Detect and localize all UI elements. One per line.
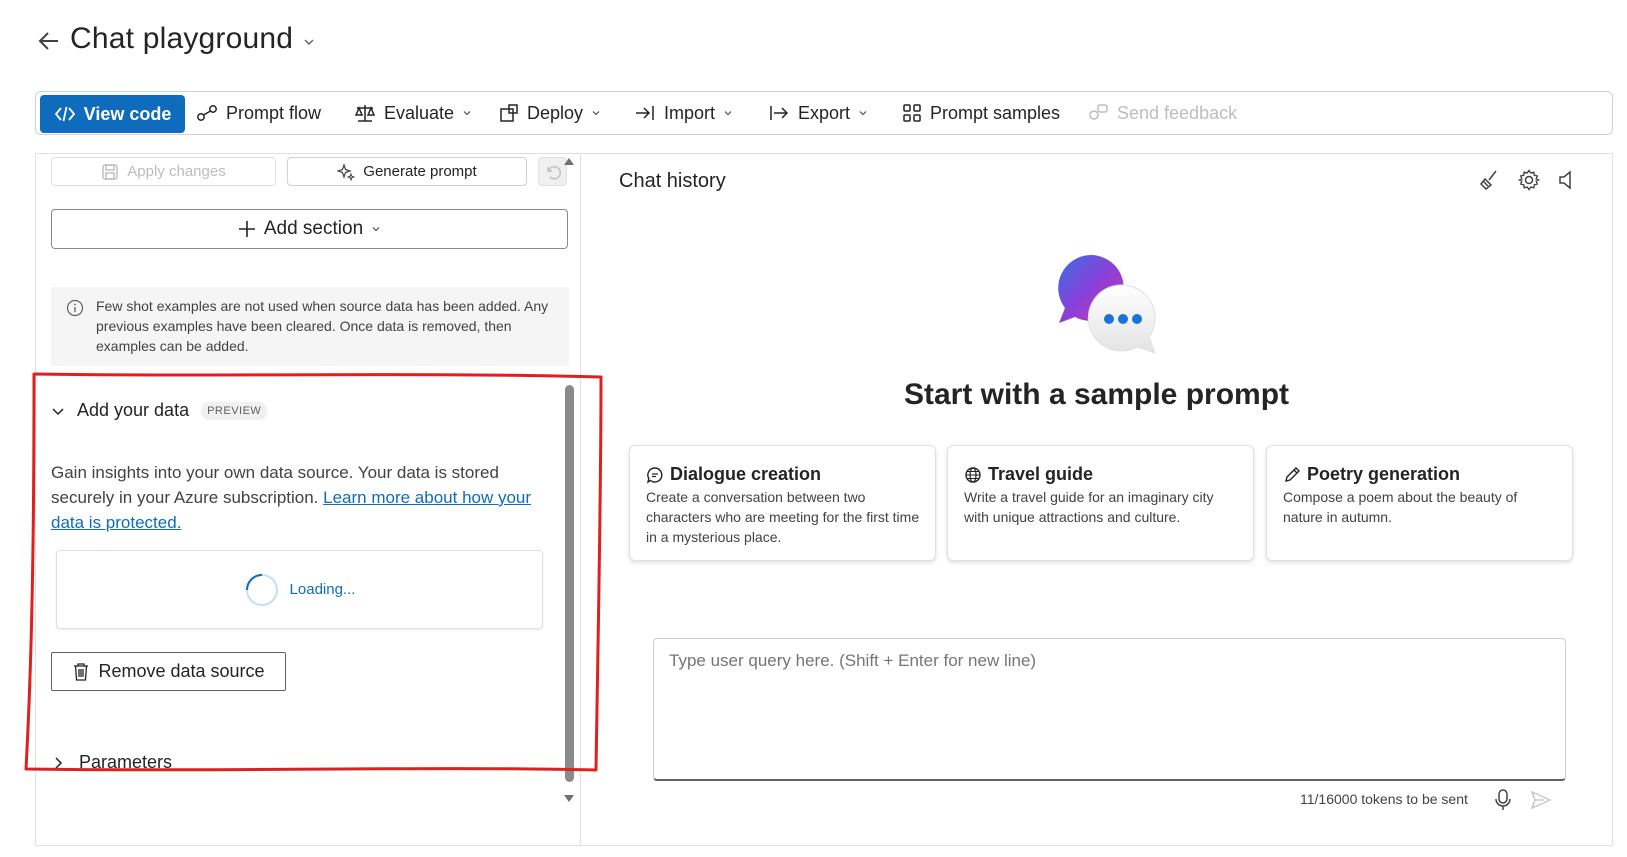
chevron-right-icon <box>55 756 63 769</box>
spinner-icon <box>245 573 278 606</box>
remove-data-source-label: Remove data source <box>98 661 265 681</box>
sample-prompt-heading: Start with a sample prompt <box>903 378 1290 411</box>
apply-changes-button[interactable]: Apply changes <box>51 157 276 186</box>
broom-icon[interactable] <box>1478 168 1502 192</box>
chevron-down-icon <box>372 227 380 232</box>
setup-panel: Apply changes Generate prompt Add sectio… <box>35 153 601 846</box>
sample-card-title: Dialogue creation <box>670 464 822 484</box>
parameters-label: Parameters <box>79 752 173 772</box>
save-icon <box>102 163 118 180</box>
send-feedback-label: Send feedback <box>1117 102 1238 123</box>
toolbar: View code Prompt flow Evaluate Deploy Im… <box>35 91 1613 135</box>
import-arrow-icon <box>636 106 654 120</box>
preview-badge: PREVIEW <box>201 401 268 420</box>
export-button[interactable]: Export <box>768 92 868 134</box>
add-data-description: Gain insights into your own data source.… <box>51 460 551 535</box>
prompt-samples-button[interactable]: Prompt samples <box>902 92 1060 134</box>
chat-bubble-icon <box>646 466 663 483</box>
chevron-down-icon <box>724 111 732 116</box>
chevron-down-icon <box>463 111 471 116</box>
flow-icon <box>197 105 217 121</box>
deploy-label: Deploy <box>527 102 584 123</box>
undo-icon <box>546 165 561 179</box>
user-query-input[interactable] <box>653 638 1566 781</box>
info-icon <box>66 299 84 317</box>
sample-card-dialogue[interactable]: Dialogue creation Create a conversation … <box>629 445 936 561</box>
globe-icon <box>965 466 981 483</box>
evaluate-button[interactable]: Evaluate <box>354 92 472 134</box>
back-arrow-icon[interactable] <box>38 30 60 52</box>
view-code-label: View code <box>83 103 172 124</box>
sample-card-description: Write a travel guide for an imaginary ci… <box>964 489 1214 525</box>
import-button[interactable]: Import <box>634 92 733 134</box>
deploy-button[interactable]: Deploy <box>499 92 601 134</box>
loading-text: Loading... <box>289 581 356 598</box>
deploy-cube-icon <box>500 104 518 122</box>
scroll-down-arrow-icon[interactable] <box>562 793 576 805</box>
scroll-up-arrow-icon[interactable] <box>562 155 576 167</box>
scrollbar-thumb[interactable] <box>565 385 574 782</box>
apply-changes-label: Apply changes <box>127 163 226 180</box>
page-title: Chat playground <box>70 22 294 55</box>
trash-icon <box>74 662 89 681</box>
send-feedback-button[interactable]: Send feedback <box>1087 92 1237 134</box>
export-arrow-icon <box>770 106 789 120</box>
add-your-data-title: Add your data <box>77 400 190 420</box>
view-code-button[interactable]: View code <box>40 95 185 133</box>
chevron-down-icon[interactable] <box>303 36 315 48</box>
info-message-text: Few shot examples are not used when sour… <box>96 298 549 354</box>
chat-bubbles-illustration-icon <box>1058 254 1156 354</box>
evaluate-label: Evaluate <box>384 102 455 123</box>
gear-icon[interactable] <box>1517 168 1541 192</box>
parameters-toggle[interactable]: Parameters <box>51 752 172 773</box>
add-your-data-toggle[interactable]: Add your data PREVIEW <box>51 400 268 421</box>
generate-prompt-button[interactable]: Generate prompt <box>287 157 527 186</box>
info-message-bar: Few shot examples are not used when sour… <box>51 287 569 366</box>
feedback-icon <box>1089 104 1108 120</box>
remove-data-source-button[interactable]: Remove data source <box>51 652 286 691</box>
sample-card-poetry[interactable]: Poetry generation Compose a poem about t… <box>1266 445 1573 561</box>
chevron-down-icon <box>592 111 600 116</box>
scale-icon <box>354 105 376 122</box>
speaker-icon[interactable] <box>1556 168 1580 192</box>
sample-card-description: Compose a poem about the beauty of natur… <box>1283 489 1518 525</box>
add-section-label: Add section <box>263 218 364 239</box>
add-section-button[interactable]: Add section <box>51 209 568 249</box>
sample-card-travel[interactable]: Travel guide Write a travel guide for an… <box>947 445 1254 561</box>
pencil-icon <box>1285 466 1300 482</box>
sparkle-icon <box>337 162 356 181</box>
plus-icon <box>238 221 255 237</box>
token-count: 11/16000 tokens to be sent <box>1300 791 1468 807</box>
data-source-loading-card: Loading... <box>56 550 543 629</box>
generate-prompt-label: Generate prompt <box>363 163 477 180</box>
grid-icon <box>903 104 921 122</box>
chevron-down-icon <box>859 111 867 116</box>
export-label: Export <box>798 102 851 123</box>
sample-card-title: Poetry generation <box>1307 464 1461 484</box>
prompt-flow-label: Prompt flow <box>226 102 322 123</box>
code-icon <box>54 106 75 122</box>
import-label: Import <box>664 102 716 123</box>
sample-card-description: Create a conversation between two charac… <box>646 489 920 545</box>
microphone-icon[interactable] <box>1494 788 1512 812</box>
send-icon[interactable] <box>1530 789 1552 811</box>
sample-card-title: Travel guide <box>988 464 1094 484</box>
prompt-samples-label: Prompt samples <box>930 102 1061 123</box>
prompt-flow-button[interactable]: Prompt flow <box>196 92 321 134</box>
chevron-down-icon <box>52 407 64 415</box>
chat-history-title: Chat history <box>619 170 726 192</box>
